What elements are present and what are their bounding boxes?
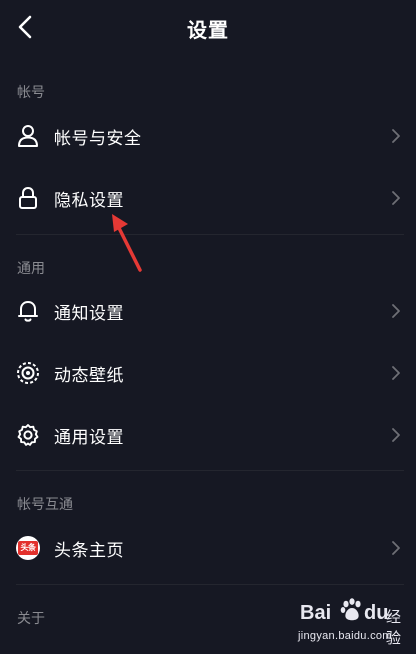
section-label-general: 通用 (17, 261, 45, 277)
section-label-account: 帐号 (17, 85, 45, 101)
chevron-right-icon (390, 190, 402, 206)
row-notification-settings[interactable]: 通知设置 (0, 281, 416, 341)
chevron-right-icon (390, 303, 402, 319)
bell-icon (15, 298, 41, 324)
row-label: 动态壁纸 (54, 365, 124, 386)
row-label: 通用设置 (54, 427, 124, 448)
row-general-settings[interactable]: 通用设置 (0, 405, 416, 465)
gear-icon (15, 422, 41, 448)
chevron-right-icon (390, 540, 402, 556)
row-privacy-settings[interactable]: 隐私设置 (0, 168, 416, 228)
watermark-brand-right: du (364, 602, 389, 624)
toutiao-logo: 头条 (15, 535, 41, 561)
baidu-watermark: Bai du 经验 jingyan.baidu.com (296, 598, 412, 650)
row-live-wallpaper[interactable]: 动态壁纸 (0, 343, 416, 403)
watermark-brand-left: Bai (300, 602, 332, 624)
section-label-about: 关于 (17, 611, 45, 627)
row-label: 通知设置 (54, 303, 124, 324)
chevron-right-icon (390, 128, 402, 144)
section-divider (16, 470, 404, 471)
section-divider (16, 584, 404, 585)
paw-icon (340, 598, 361, 621)
header-bar: 设置 (0, 0, 416, 56)
person-icon (15, 123, 41, 149)
annotation-arrow-icon (112, 214, 142, 272)
section-divider (16, 234, 404, 235)
row-toutiao-homepage[interactable]: 头条 头条主页 (0, 518, 416, 578)
live-wallpaper-icon (15, 360, 41, 386)
toutiao-logo-text: 头条 (18, 541, 38, 555)
lock-icon (15, 185, 41, 211)
row-label: 帐号与安全 (54, 128, 142, 149)
row-account-security[interactable]: 帐号与安全 (0, 106, 416, 166)
settings-page: 设置 帐号 帐号与安全 隐私设置 通用 通知设置 动态壁纸 通用设置 帐号互通 … (0, 0, 416, 654)
page-title: 设置 (187, 18, 229, 42)
row-label: 隐私设置 (54, 190, 124, 211)
row-label: 头条主页 (54, 540, 124, 561)
chevron-right-icon (390, 365, 402, 381)
section-label-interop: 帐号互通 (17, 497, 73, 513)
watermark-url: jingyan.baidu.com (298, 630, 392, 642)
chevron-right-icon (390, 427, 402, 443)
